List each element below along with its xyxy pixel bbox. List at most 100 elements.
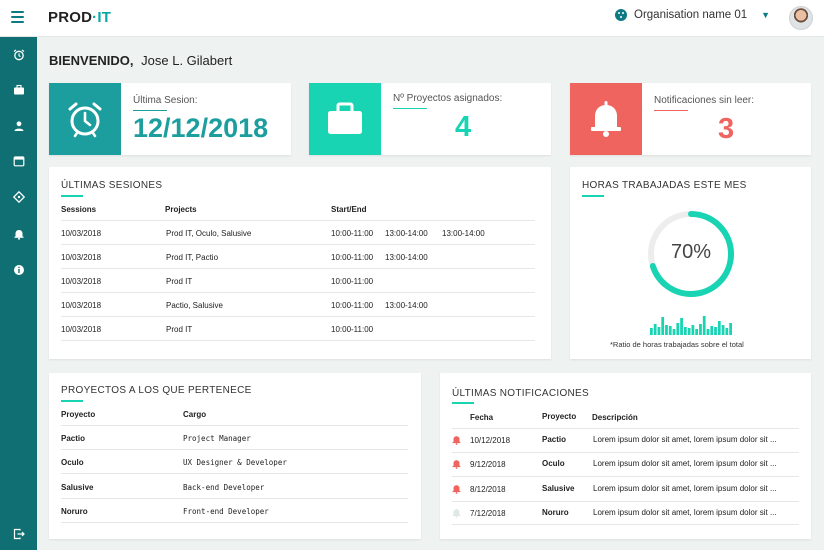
hours-bar bbox=[714, 327, 717, 335]
project-name[interactable]: Pactio bbox=[61, 434, 85, 443]
assigned-projects-card: Nº Proyectos asignados: 4 bbox=[309, 83, 551, 155]
title-underline bbox=[61, 195, 83, 197]
unread-notifications-value: 3 bbox=[718, 113, 735, 145]
session-projects: Prod IT, Oculo, Salusive bbox=[166, 229, 252, 238]
hours-bar bbox=[650, 328, 653, 335]
divider bbox=[61, 449, 408, 450]
divider bbox=[452, 428, 799, 429]
hours-bar bbox=[680, 318, 683, 335]
divider bbox=[61, 268, 535, 269]
hours-bar bbox=[725, 328, 729, 335]
session-time: 13:00-14:00 bbox=[385, 301, 428, 310]
hours-bar bbox=[653, 324, 657, 335]
session-time: 10:00-11:00 bbox=[331, 277, 374, 286]
bell-unread-icon bbox=[452, 436, 461, 445]
session-time: 10:00-11:00 bbox=[331, 253, 374, 262]
hours-progress-ring: 70% bbox=[646, 209, 736, 299]
hours-mini-bar-chart bbox=[650, 316, 732, 335]
alarm-icon[interactable] bbox=[0, 45, 37, 65]
logo-text: PROD bbox=[48, 9, 93, 26]
session-date: 10/03/2018 bbox=[61, 277, 102, 286]
sessions-card: ÚLTIMAS SESIONES Sessions Projects Start… bbox=[49, 167, 551, 359]
logo[interactable]: PROD·IT bbox=[48, 9, 111, 26]
project-name[interactable]: Noruro bbox=[61, 507, 88, 516]
session-time: 13:00-14:00 bbox=[385, 253, 428, 262]
avatar[interactable] bbox=[789, 6, 813, 30]
projects-title: PROYECTOS A LOS QUE PERTENECE bbox=[61, 385, 252, 396]
notification-description[interactable]: Lorem ipsum dolor sit amet, lorem ipsum … bbox=[593, 435, 777, 444]
session-projects: Prod IT, Pactio bbox=[166, 253, 219, 262]
divider bbox=[133, 110, 167, 111]
bell-icon bbox=[570, 83, 642, 155]
title-underline bbox=[582, 195, 604, 197]
title-underline bbox=[61, 400, 83, 402]
notifications-card: ÚLTIMAS NOTIFICACIONES Fecha Proyecto De… bbox=[440, 373, 811, 539]
last-session-label: Última Sesion: bbox=[133, 95, 198, 106]
project-role: Front-end Developer bbox=[183, 507, 269, 516]
unread-notifications-label: Notificaciones sin leer: bbox=[654, 95, 755, 106]
user-icon[interactable] bbox=[0, 116, 37, 136]
diamond-icon[interactable] bbox=[0, 187, 37, 207]
calendar-icon[interactable] bbox=[0, 151, 37, 171]
divider bbox=[61, 473, 408, 474]
hours-bar bbox=[699, 324, 702, 335]
session-projects: Prod IT bbox=[166, 325, 193, 334]
welcome-label: BIENVENIDO, bbox=[49, 53, 134, 68]
column-header: Start/End bbox=[331, 205, 367, 214]
divider bbox=[61, 498, 408, 499]
chevron-down-icon: ▼ bbox=[761, 10, 771, 20]
divider bbox=[61, 220, 535, 221]
divider bbox=[452, 524, 799, 525]
project-name[interactable]: Salusive bbox=[61, 483, 93, 492]
bell-unread-icon bbox=[452, 460, 461, 469]
session-time: 13:00-14:00 bbox=[385, 229, 428, 238]
notification-date: 10/12/2018 bbox=[470, 436, 511, 445]
project-name[interactable]: Oculo bbox=[61, 458, 84, 467]
notifications-title: ÚLTIMAS NOTIFICACIONES bbox=[452, 388, 589, 399]
hamburger-menu-icon[interactable] bbox=[11, 11, 24, 23]
divider bbox=[61, 425, 408, 426]
hours-card: HORAS TRABAJADAS ESTE MES 70% *Ratio de … bbox=[570, 167, 811, 359]
bell-icon[interactable] bbox=[0, 224, 37, 244]
hours-percent: 70% bbox=[670, 241, 712, 263]
column-header: Proyecto bbox=[61, 410, 96, 419]
notification-project: Pactio bbox=[542, 435, 567, 444]
hours-bar bbox=[721, 325, 725, 335]
column-header: Descripción bbox=[592, 413, 638, 422]
divider bbox=[61, 340, 535, 341]
hours-bar bbox=[676, 323, 680, 335]
hours-bar bbox=[672, 329, 676, 335]
info-icon[interactable] bbox=[0, 260, 37, 280]
session-projects: Pactio, Salusive bbox=[166, 301, 223, 310]
notification-project: Oculo bbox=[542, 459, 565, 468]
session-date: 10/03/2018 bbox=[61, 325, 102, 334]
notification-date: 9/12/2018 bbox=[470, 460, 506, 469]
bell-read-icon bbox=[452, 509, 461, 518]
hours-bar bbox=[702, 316, 706, 335]
hours-bar bbox=[665, 325, 668, 335]
project-role: Back-end Developer bbox=[183, 483, 265, 492]
divider bbox=[393, 108, 427, 109]
divider bbox=[61, 244, 535, 245]
assigned-projects-label: Nº Proyectos asignados: bbox=[393, 93, 503, 104]
briefcase-icon[interactable] bbox=[0, 80, 37, 100]
notification-description[interactable]: Lorem ipsum dolor sit amet, lorem ipsum … bbox=[593, 459, 777, 468]
logo-accent: ·IT bbox=[92, 9, 112, 26]
hours-note: *Ratio de horas trabajadas sobre el tota… bbox=[610, 340, 744, 349]
welcome-heading: BIENVENIDO, Jose L. Gilabert bbox=[49, 53, 232, 68]
session-projects: Prod IT bbox=[166, 277, 193, 286]
notification-project: Salusive bbox=[542, 484, 575, 493]
divider bbox=[452, 476, 799, 477]
notification-description[interactable]: Lorem ipsum dolor sit amet, lorem ipsum … bbox=[593, 508, 777, 517]
notification-project: Noruro bbox=[542, 508, 569, 517]
logout-icon[interactable] bbox=[0, 524, 37, 544]
organisation-selector[interactable]: Organisation name 01 ▼ bbox=[615, 9, 770, 21]
notification-date: 8/12/2018 bbox=[470, 485, 506, 494]
column-header: Fecha bbox=[470, 413, 494, 422]
session-date: 10/03/2018 bbox=[61, 229, 102, 238]
organisation-icon bbox=[615, 9, 627, 21]
last-session-value: 12/12/2018 bbox=[133, 113, 269, 143]
hours-bar bbox=[661, 317, 665, 335]
notification-description[interactable]: Lorem ipsum dolor sit amet, lorem ipsum … bbox=[593, 484, 777, 493]
bell-unread-icon bbox=[452, 485, 461, 494]
